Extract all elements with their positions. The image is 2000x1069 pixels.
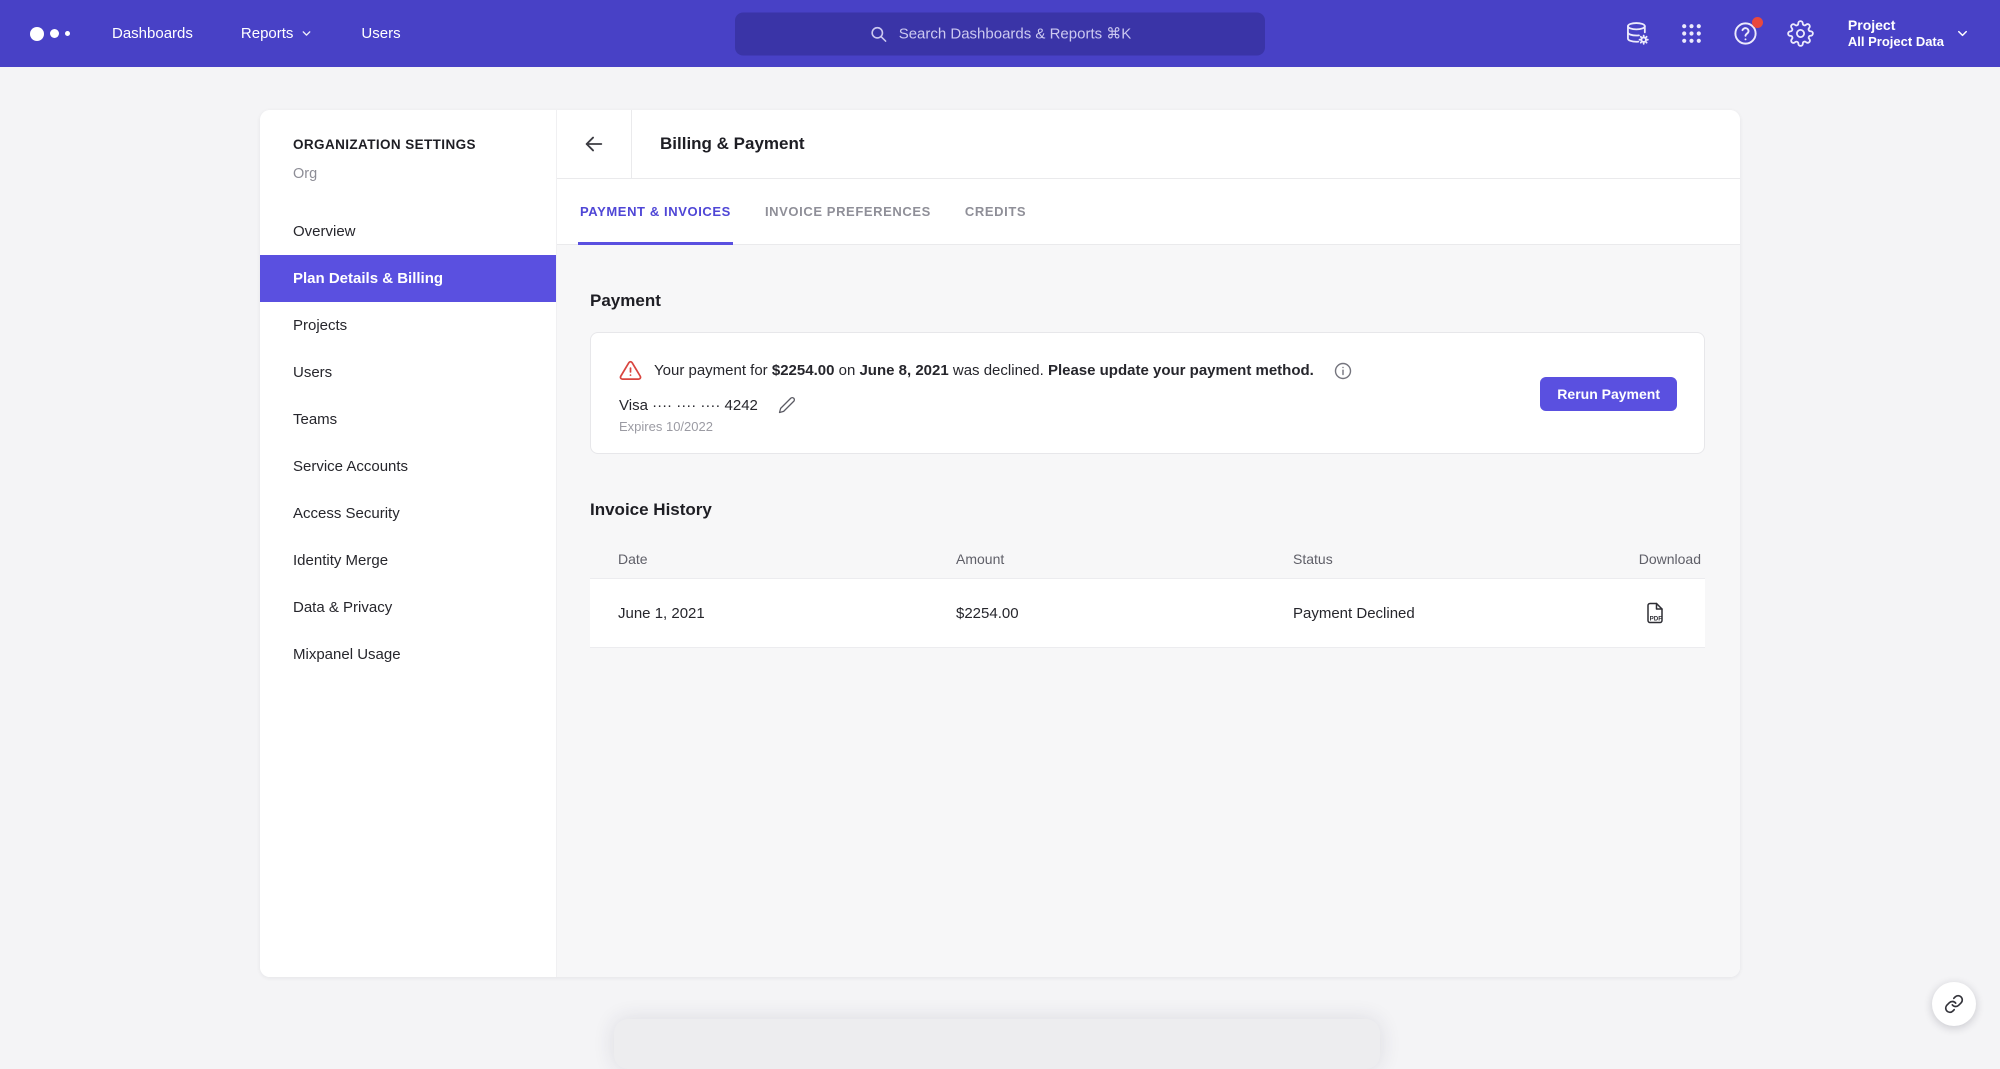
billing-content: Payment Your payment for $2254.00 on Jun…: [557, 245, 1740, 977]
data-settings-icon: [1624, 20, 1651, 47]
alert-text-fragment: on: [834, 362, 859, 379]
link-icon: [1944, 994, 1964, 1014]
settings-button[interactable]: [1787, 20, 1814, 47]
sidebar-item-label: Projects: [293, 317, 347, 334]
sidebar-title: ORGANIZATION SETTINGS: [260, 137, 556, 152]
card-expiry: Expires 10/2022: [619, 419, 1676, 434]
card-number: Visa ···· ···· ···· 4242: [619, 397, 758, 414]
sidebar-item-overview[interactable]: Overview: [260, 208, 556, 255]
sidebar-item-label: Identity Merge: [293, 552, 388, 569]
declined-amount: $2254.00: [772, 362, 835, 379]
data-management-button[interactable]: [1624, 20, 1651, 47]
back-button[interactable]: [557, 110, 632, 178]
tab-payment-invoices[interactable]: PAYMENT & INVOICES: [580, 179, 731, 244]
sidebar-item-label: Data & Privacy: [293, 599, 392, 616]
invoice-status-cell: Payment Declined: [1293, 605, 1643, 622]
nav-right-controls: Project All Project Data: [1624, 16, 1970, 51]
nav-link-label: Dashboards: [112, 25, 193, 42]
sidebar-item-data-privacy[interactable]: Data & Privacy: [260, 584, 556, 631]
primary-nav-links: Dashboards Reports Users: [112, 25, 401, 42]
billing-header: Billing & Payment: [557, 110, 1740, 179]
bottom-banner-peek: [614, 1019, 1380, 1069]
sidebar-item-label: Users: [293, 364, 332, 381]
sidebar-item-teams[interactable]: Teams: [260, 396, 556, 443]
info-icon[interactable]: [1333, 361, 1353, 381]
search-placeholder: Search Dashboards & Reports ⌘K: [899, 25, 1132, 43]
invoice-history-table: Date Amount Status Download June 1, 2021…: [590, 539, 1705, 648]
alert-text-fragment: was declined.: [949, 362, 1048, 379]
sidebar-item-service-accounts[interactable]: Service Accounts: [260, 443, 556, 490]
tab-invoice-preferences[interactable]: INVOICE PREFERENCES: [765, 179, 931, 244]
sidebar-item-mixpanel-usage[interactable]: Mixpanel Usage: [260, 631, 556, 678]
sidebar-item-label: Teams: [293, 411, 337, 428]
payment-section-heading: Payment: [590, 291, 1705, 311]
apps-menu-button[interactable]: [1679, 21, 1704, 46]
invoice-table-row: June 1, 2021 $2254.00 Payment Declined P…: [590, 578, 1705, 648]
column-header-date: Date: [618, 551, 956, 567]
sidebar-item-access-security[interactable]: Access Security: [260, 490, 556, 537]
alert-text: Your payment for $2254.00 on June 8, 202…: [654, 362, 1314, 379]
sidebar-item-users[interactable]: Users: [260, 349, 556, 396]
nav-link-label: Users: [361, 25, 400, 42]
nav-link-users[interactable]: Users: [361, 25, 400, 42]
sidebar-item-projects[interactable]: Projects: [260, 302, 556, 349]
tab-label: INVOICE PREFERENCES: [765, 204, 931, 219]
billing-tabs: PAYMENT & INVOICES INVOICE PREFERENCES C…: [557, 179, 1740, 245]
sidebar-item-identity-merge[interactable]: Identity Merge: [260, 537, 556, 584]
invoice-table-header: Date Amount Status Download: [590, 539, 1705, 578]
apps-grid-icon: [1679, 21, 1704, 46]
warning-triangle-icon: [619, 359, 642, 382]
download-pdf-icon[interactable]: PDF: [1643, 601, 1667, 625]
org-settings-panel: ORGANIZATION SETTINGS Org Overview Plan …: [260, 110, 1740, 977]
alert-text-fragment: Your payment for: [654, 362, 772, 379]
global-search-input[interactable]: Search Dashboards & Reports ⌘K: [735, 12, 1265, 55]
tab-credits[interactable]: CREDITS: [965, 179, 1026, 244]
search-icon: [869, 24, 888, 43]
project-switcher-text: Project All Project Data: [1848, 16, 1944, 51]
mixpanel-logo-icon[interactable]: [30, 27, 70, 41]
invoice-amount-cell: $2254.00: [956, 605, 1293, 622]
sidebar-item-plan-details-billing[interactable]: Plan Details & Billing: [260, 255, 556, 302]
billing-main: Billing & Payment PAYMENT & INVOICES INV…: [557, 110, 1740, 977]
project-switcher[interactable]: Project All Project Data: [1848, 16, 1970, 51]
top-nav: Dashboards Reports Users Search Dashboar…: [0, 0, 2000, 67]
project-value: All Project Data: [1848, 34, 1944, 51]
sidebar-item-label: Mixpanel Usage: [293, 646, 401, 663]
sidebar-item-label: Service Accounts: [293, 458, 408, 475]
help-button[interactable]: [1732, 20, 1759, 47]
payment-declined-card: Your payment for $2254.00 on June 8, 202…: [590, 332, 1705, 454]
project-label: Project: [1848, 16, 1944, 34]
column-header-status: Status: [1293, 551, 1639, 567]
help-notification-badge: [1752, 17, 1763, 28]
arrow-left-icon: [583, 133, 605, 155]
sidebar-items: Overview Plan Details & Billing Projects…: [260, 208, 556, 678]
declined-date: June 8, 2021: [859, 362, 948, 379]
org-settings-sidebar: ORGANIZATION SETTINGS Org Overview Plan …: [260, 110, 557, 977]
rerun-payment-button[interactable]: Rerun Payment: [1540, 377, 1677, 411]
invoice-download-cell: PDF: [1643, 601, 1701, 625]
payment-declined-message: Your payment for $2254.00 on June 8, 202…: [619, 359, 1676, 382]
column-header-download: Download: [1639, 551, 1701, 567]
payment-method-row: Visa ···· ···· ···· 4242: [619, 396, 1676, 414]
nav-link-label: Reports: [241, 25, 294, 42]
edit-pencil-icon[interactable]: [778, 396, 796, 414]
sidebar-item-label: Overview: [293, 223, 356, 240]
invoice-history-heading: Invoice History: [590, 500, 1705, 520]
copy-link-button[interactable]: [1932, 982, 1976, 1026]
svg-text:PDF: PDF: [1650, 615, 1663, 622]
settings-gear-icon: [1787, 20, 1814, 47]
column-header-amount: Amount: [956, 551, 1293, 567]
sidebar-item-label: Plan Details & Billing: [293, 270, 443, 287]
invoice-date-cell: June 1, 2021: [618, 605, 956, 622]
sidebar-item-label: Access Security: [293, 505, 400, 522]
page-title: Billing & Payment: [632, 110, 805, 178]
chevron-down-icon: [300, 27, 313, 40]
tab-label: CREDITS: [965, 204, 1026, 219]
org-name: Org: [260, 166, 556, 182]
alert-action-text: Please update your payment method.: [1048, 362, 1314, 379]
chevron-down-icon: [1955, 26, 1970, 41]
nav-link-dashboards[interactable]: Dashboards: [112, 25, 193, 42]
nav-link-reports[interactable]: Reports: [241, 25, 314, 42]
tab-label: PAYMENT & INVOICES: [580, 204, 731, 219]
